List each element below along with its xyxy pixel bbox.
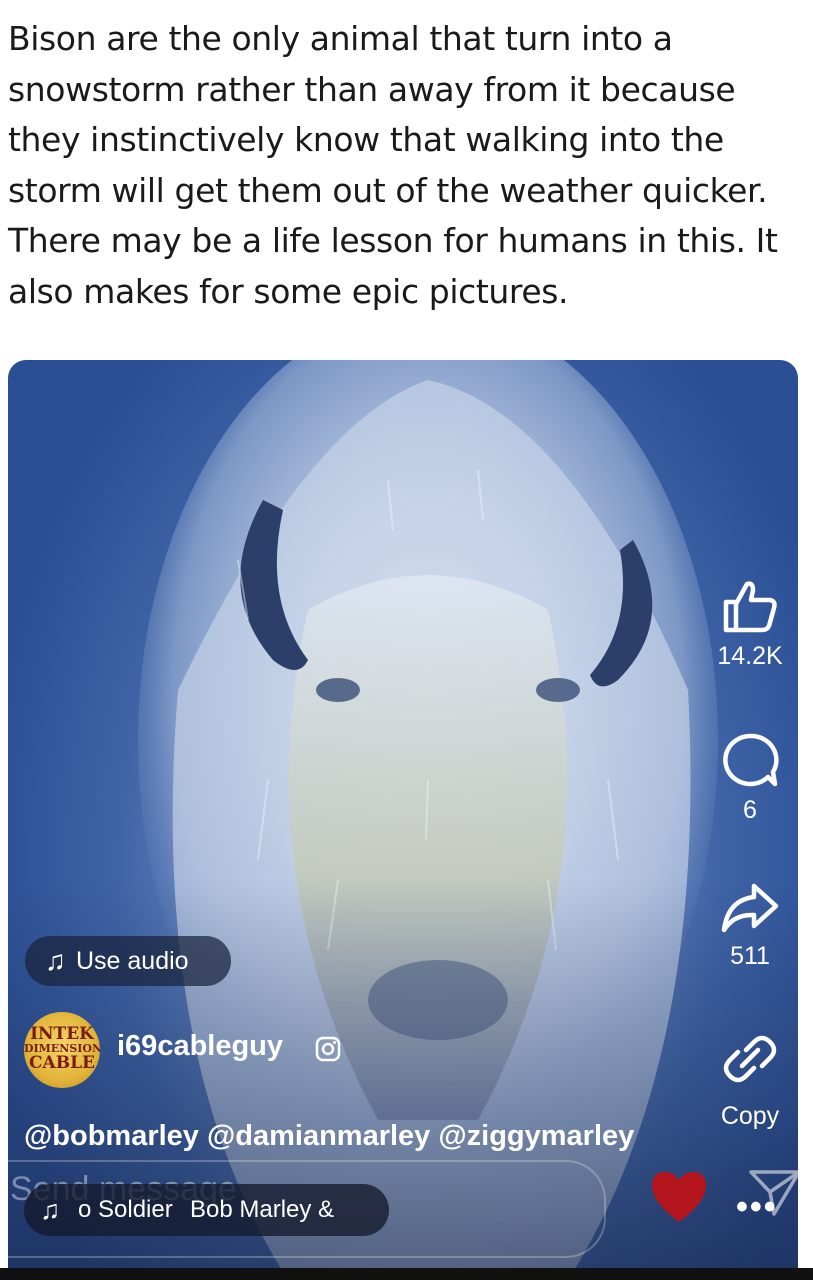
copy-link-button[interactable]: Copy bbox=[700, 1030, 800, 1131]
comment-button[interactable]: 6 bbox=[700, 732, 800, 825]
more-options-button[interactable]: ••• bbox=[736, 1188, 778, 1227]
music-note-icon: ♫ bbox=[45, 945, 66, 976]
share-button[interactable]: 511 bbox=[700, 882, 800, 971]
avatar-text-line-3: CABLE bbox=[29, 1053, 95, 1073]
mentions-text[interactable]: @bobmarley @damianmarley @ziggymarley bbox=[24, 1120, 634, 1153]
post-caption: Bison are the only animal that turn into… bbox=[8, 19, 778, 311]
bottom-edge bbox=[0, 1268, 813, 1280]
heart-icon[interactable] bbox=[648, 1168, 710, 1224]
share-count: 511 bbox=[730, 942, 770, 970]
comment-bubble-icon bbox=[723, 733, 779, 787]
thumbs-up-icon bbox=[723, 581, 777, 633]
avatar-text-line-1: INTEK bbox=[30, 1024, 94, 1044]
comment-count: 6 bbox=[743, 796, 757, 824]
copy-label: Copy bbox=[720, 1102, 780, 1130]
link-icon bbox=[723, 1035, 777, 1083]
song-title: o Soldier bbox=[78, 1196, 173, 1223]
like-count: 14.2K bbox=[717, 642, 783, 670]
instagram-icon[interactable] bbox=[315, 1036, 341, 1062]
music-track-pill[interactable]: ♫ o Soldier Bob Marley & bbox=[24, 1184, 389, 1236]
username-link[interactable]: i69cableguy bbox=[117, 1030, 283, 1063]
music-note-icon: ♫ bbox=[40, 1194, 61, 1225]
avatar[interactable]: INTEK DIMENSION CABLE bbox=[24, 1012, 100, 1088]
use-audio-label: Use audio bbox=[76, 946, 189, 975]
song-artist: Bob Marley & bbox=[190, 1196, 335, 1223]
like-button[interactable]: 14.2K bbox=[700, 578, 800, 671]
share-arrow-icon bbox=[721, 883, 779, 933]
use-audio-button[interactable]: ♫ Use audio bbox=[25, 936, 231, 986]
